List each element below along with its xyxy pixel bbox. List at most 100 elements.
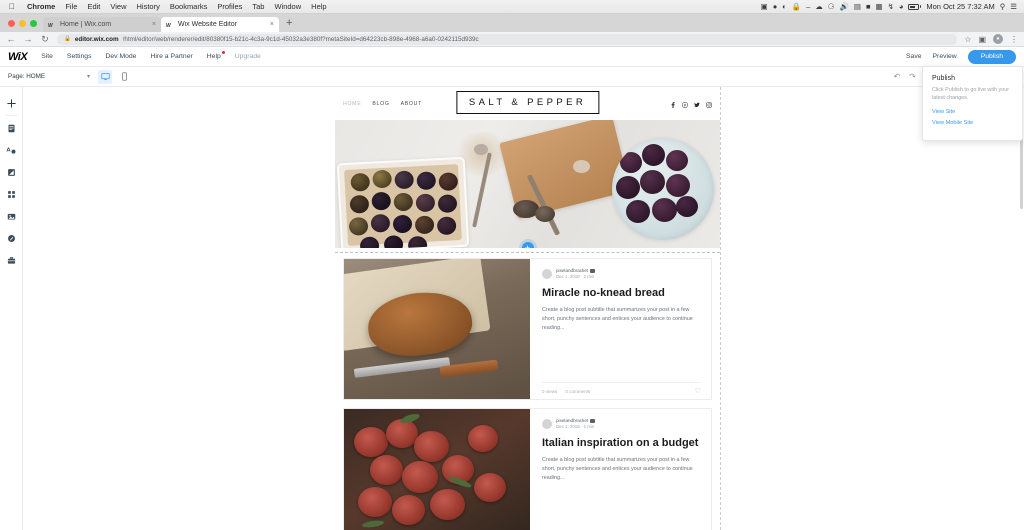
menu-item-chrome[interactable]: Chrome (22, 2, 60, 11)
app-icon[interactable]: ▦ (875, 2, 882, 11)
menu-site[interactable]: Site (41, 53, 53, 60)
mobile-icon (121, 72, 127, 81)
browser-tab-home-wix[interactable]: W Home | Wix.com × (43, 17, 161, 32)
mobile-view-button[interactable] (117, 70, 131, 84)
image-icon (7, 213, 15, 219)
menu-item-history[interactable]: History (132, 2, 165, 11)
post-date: Dec 1, 2018 · 2 min (556, 274, 595, 279)
address-bar[interactable]: 🔒 editor.wix.com/html/editor/web/rendere… (57, 33, 958, 45)
reload-button-icon[interactable]: ↻ (40, 34, 50, 45)
wifi-icon[interactable]: ◕ (899, 2, 904, 11)
input-source-icon[interactable]: ■ (866, 2, 871, 11)
menu-item-file[interactable]: File (60, 2, 82, 11)
close-window-button[interactable] (8, 19, 15, 27)
control-center-icon[interactable]: ☰ (1010, 2, 1017, 11)
post-author[interactable]: pixelandbracket (556, 268, 596, 273)
sync-icon[interactable]: ⚆ (828, 2, 835, 11)
site-preview-frame[interactable]: HOME BLOG ABOUT SALT & PEPPER + pixeland… (335, 87, 720, 530)
forward-button-icon[interactable]: → (23, 34, 33, 44)
shield-icon[interactable]: ◐ (782, 2, 787, 11)
view-site-link[interactable]: View Site (932, 109, 1013, 115)
post-author[interactable]: pixelandbracket (556, 418, 596, 423)
menu-help[interactable]: Help (207, 51, 225, 60)
menu-item-help[interactable]: Help (306, 2, 331, 11)
bluetooth-icon[interactable]: ↯ (888, 2, 894, 11)
canvas-scrollbar[interactable] (1020, 87, 1024, 530)
wix-logo[interactable]: WiX (8, 51, 28, 63)
sidebar-item-pages[interactable] (0, 117, 23, 139)
chrome-menu-icon[interactable]: ⋮ (1010, 35, 1018, 44)
add-section-button[interactable]: + (521, 242, 534, 248)
dropbox-icon[interactable]: ● (773, 2, 778, 11)
save-button[interactable]: Save (906, 53, 922, 60)
sidebar-item-media-manager[interactable] (0, 205, 23, 227)
post-title[interactable]: Miracle no-knead bread (542, 286, 701, 300)
chevron-down-icon: ▾ (86, 74, 90, 80)
close-tab-icon[interactable]: × (152, 21, 156, 28)
maximize-window-button[interactable] (30, 19, 37, 27)
tab-title: Wix Website Editor (178, 21, 237, 28)
sidebar-item-blog-manager[interactable] (0, 227, 23, 249)
post-title[interactable]: Italian inspiration on a budget (542, 436, 701, 450)
menu-hire-a-partner[interactable]: Hire a Partner (150, 53, 192, 60)
twitter-icon[interactable] (694, 95, 700, 113)
table-row[interactable]: pixelandbracket Dec 1, 2018 · 1 min Ital… (343, 408, 712, 530)
sidebar-item-business-tools[interactable] (0, 249, 23, 271)
sidebar-item-app-market[interactable] (0, 183, 23, 205)
extensions-icon[interactable]: ▣ (978, 35, 986, 44)
cloud-icon[interactable]: ☁ (815, 2, 823, 11)
redo-icon[interactable]: ↷ (909, 72, 916, 81)
lock-icon[interactable]: 🔒 (792, 2, 801, 11)
desktop-view-button[interactable] (98, 69, 112, 84)
menu-upgrade[interactable]: Upgrade (235, 53, 261, 60)
menu-item-view[interactable]: View (105, 2, 131, 11)
new-tab-button[interactable]: + (279, 16, 299, 32)
sidebar-item-add-elements[interactable] (0, 92, 23, 114)
publish-button[interactable]: Publish (967, 49, 1016, 64)
menu-item-window[interactable]: Window (269, 2, 306, 11)
browser-tab-wix-editor[interactable]: W Wix Website Editor × (161, 17, 279, 32)
table-row[interactable]: pixelandbracket Dec 1, 2018 · 2 min Mira… (343, 258, 712, 400)
pinterest-icon[interactable] (681, 95, 689, 113)
minimize-window-button[interactable] (19, 19, 26, 27)
window-controls[interactable] (6, 14, 43, 32)
menu-item-edit[interactable]: Edit (82, 2, 105, 11)
pen-icon (7, 234, 15, 242)
search-icon[interactable]: ⚲ (1000, 2, 1006, 11)
editor-canvas[interactable]: HOME BLOG ABOUT SALT & PEPPER + pixeland… (23, 87, 1024, 530)
menu-item-profiles[interactable]: Profiles (212, 2, 247, 11)
glass-bowl (612, 138, 714, 240)
display-icon[interactable]: ▤ (854, 2, 861, 11)
view-mobile-site-link[interactable]: View Mobile Site (932, 120, 1013, 126)
nav-link-home[interactable]: HOME (343, 101, 361, 107)
nav-link-blog[interactable]: BLOG (372, 101, 389, 107)
heart-icon[interactable]: ♡ (695, 387, 701, 395)
sidebar-item-site-design[interactable]: A (0, 139, 23, 161)
back-button-icon[interactable]: ← (6, 34, 16, 44)
menu-item-bookmarks[interactable]: Bookmarks (165, 2, 213, 11)
menu-settings[interactable]: Settings (67, 53, 92, 60)
sidebar-item-theme-manager[interactable] (0, 161, 23, 183)
profile-avatar[interactable]: ● (993, 34, 1003, 44)
menubar-clock[interactable]: Mon Oct 25 7:32 AM (926, 2, 994, 11)
nav-link-about[interactable]: ABOUT (401, 101, 422, 107)
dried-fruit (535, 206, 555, 222)
facebook-icon[interactable] (670, 95, 676, 113)
site-logo[interactable]: SALT & PEPPER (455, 91, 600, 114)
preview-button[interactable]: Preview (933, 53, 957, 60)
close-tab-icon[interactable]: × (270, 21, 274, 28)
instagram-icon[interactable] (706, 95, 712, 113)
screen-record-icon[interactable]: ▣ (761, 2, 768, 11)
post-thumbnail[interactable] (344, 409, 530, 530)
battery-icon[interactable] (908, 3, 922, 10)
star-bookmark-icon[interactable]: ☆ (964, 35, 971, 44)
post-thumbnail[interactable] (344, 259, 530, 399)
hero-image[interactable]: + (335, 120, 720, 248)
menu-dev-mode[interactable]: Dev Mode (105, 53, 136, 60)
undo-icon[interactable]: ↶ (894, 72, 901, 81)
apple-logo-icon[interactable]:  (4, 2, 22, 11)
menu-item-tab[interactable]: Tab (247, 2, 269, 11)
page-selector[interactable]: Page: HOME ▾ (8, 73, 90, 80)
volume-icon[interactable]: 🔊 (840, 2, 849, 11)
post-comments[interactable]: 0 comments (565, 389, 590, 394)
